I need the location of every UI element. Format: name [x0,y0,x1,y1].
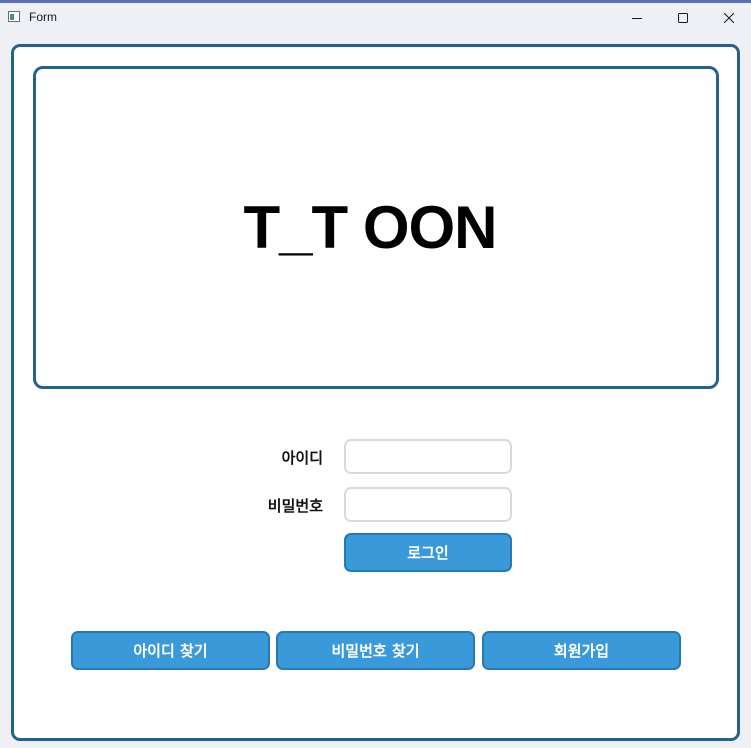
logo-text: T_T OON [243,194,497,261]
password-label: 비밀번호 [267,497,323,515]
signup-button[interactable]: 회원가입 [482,631,681,670]
password-input[interactable] [344,487,512,522]
close-button[interactable] [706,3,751,33]
minimize-button[interactable] [614,3,660,33]
window-title: Form [29,10,57,24]
minimize-icon [632,18,642,19]
app-icon [8,11,20,22]
login-button[interactable]: 로그인 [344,533,512,572]
find-id-button[interactable]: 아이디 찾기 [71,631,270,670]
id-label: 아이디 [281,449,323,467]
maximize-icon [678,13,688,23]
close-icon [724,13,734,23]
id-input[interactable] [344,439,512,474]
window-titlebar[interactable]: Form [0,3,751,33]
maximize-button[interactable] [660,3,706,33]
logo-banner: T_T OON [33,66,719,389]
find-password-button[interactable]: 비밀번호 찾기 [276,631,475,670]
